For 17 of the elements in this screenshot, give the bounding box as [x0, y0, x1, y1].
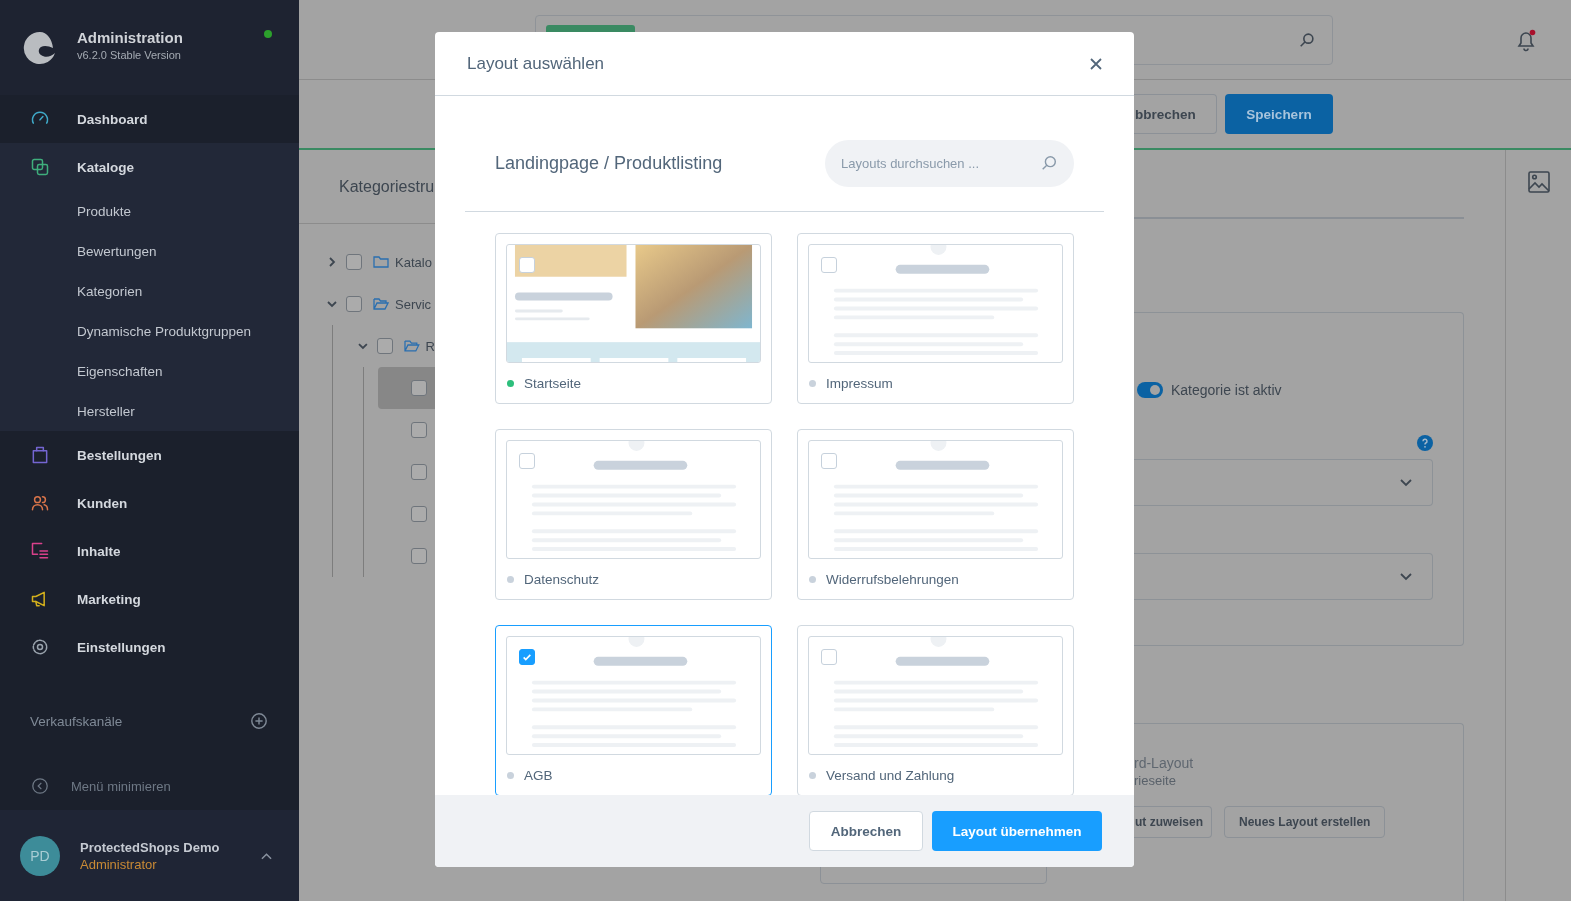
section-label: Verkaufskanäle: [30, 713, 123, 729]
layout-text: rieseite: [1134, 772, 1177, 790]
layout-name: Widerrufsbelehrungen: [826, 572, 959, 587]
version-label: v6.2.0 Stable Version: [77, 48, 182, 61]
layout-name: Versand und Zahlung: [826, 768, 955, 783]
section-heading: Landingpage / Produktlisting: [495, 153, 723, 174]
toggle-label: Kategorie ist aktiv: [1171, 382, 1282, 398]
layout-name: Impressum: [826, 376, 893, 391]
layout-name: Startseite: [524, 376, 582, 391]
layout-name: Datenschutz: [524, 572, 600, 587]
layout-text: rd-Layout: [1134, 754, 1195, 772]
user-role: Administrator: [80, 856, 158, 872]
modal-title: Layout auswählen: [467, 53, 605, 74]
user-name: ProtectedShops Demo: [80, 839, 220, 855]
avatar: PD: [20, 835, 60, 876]
layout-name: AGB: [524, 768, 553, 783]
app-title: Administration: [77, 28, 183, 46]
